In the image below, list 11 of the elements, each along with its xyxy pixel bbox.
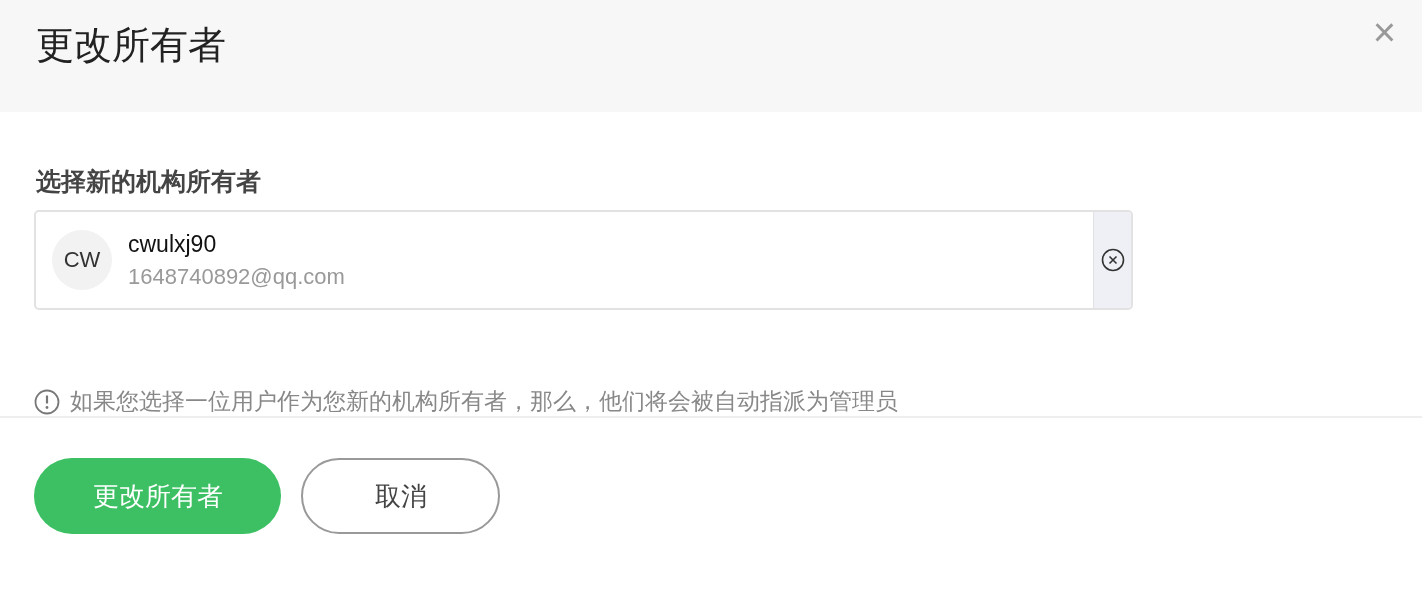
user-email: 1648740892@qq.com <box>128 263 345 290</box>
user-name: cwulxj90 <box>128 230 218 258</box>
clear-icon <box>1100 248 1125 272</box>
clear-button[interactable] <box>1093 212 1131 308</box>
dialog-title: 更改所有者 <box>36 24 226 66</box>
notice-text: 如果您选择一位用户作为您新的机构所有者，那么，他们将会被自动指派为管理员 <box>70 387 898 416</box>
info-icon <box>34 388 60 415</box>
owner-select-field[interactable]: CW cwulxj90 1648740892@qq.com <box>34 210 1133 310</box>
avatar: CW <box>52 230 112 290</box>
cancel-button[interactable]: 取消 <box>301 458 500 534</box>
field-label: 选择新的机构所有者 <box>36 166 262 197</box>
